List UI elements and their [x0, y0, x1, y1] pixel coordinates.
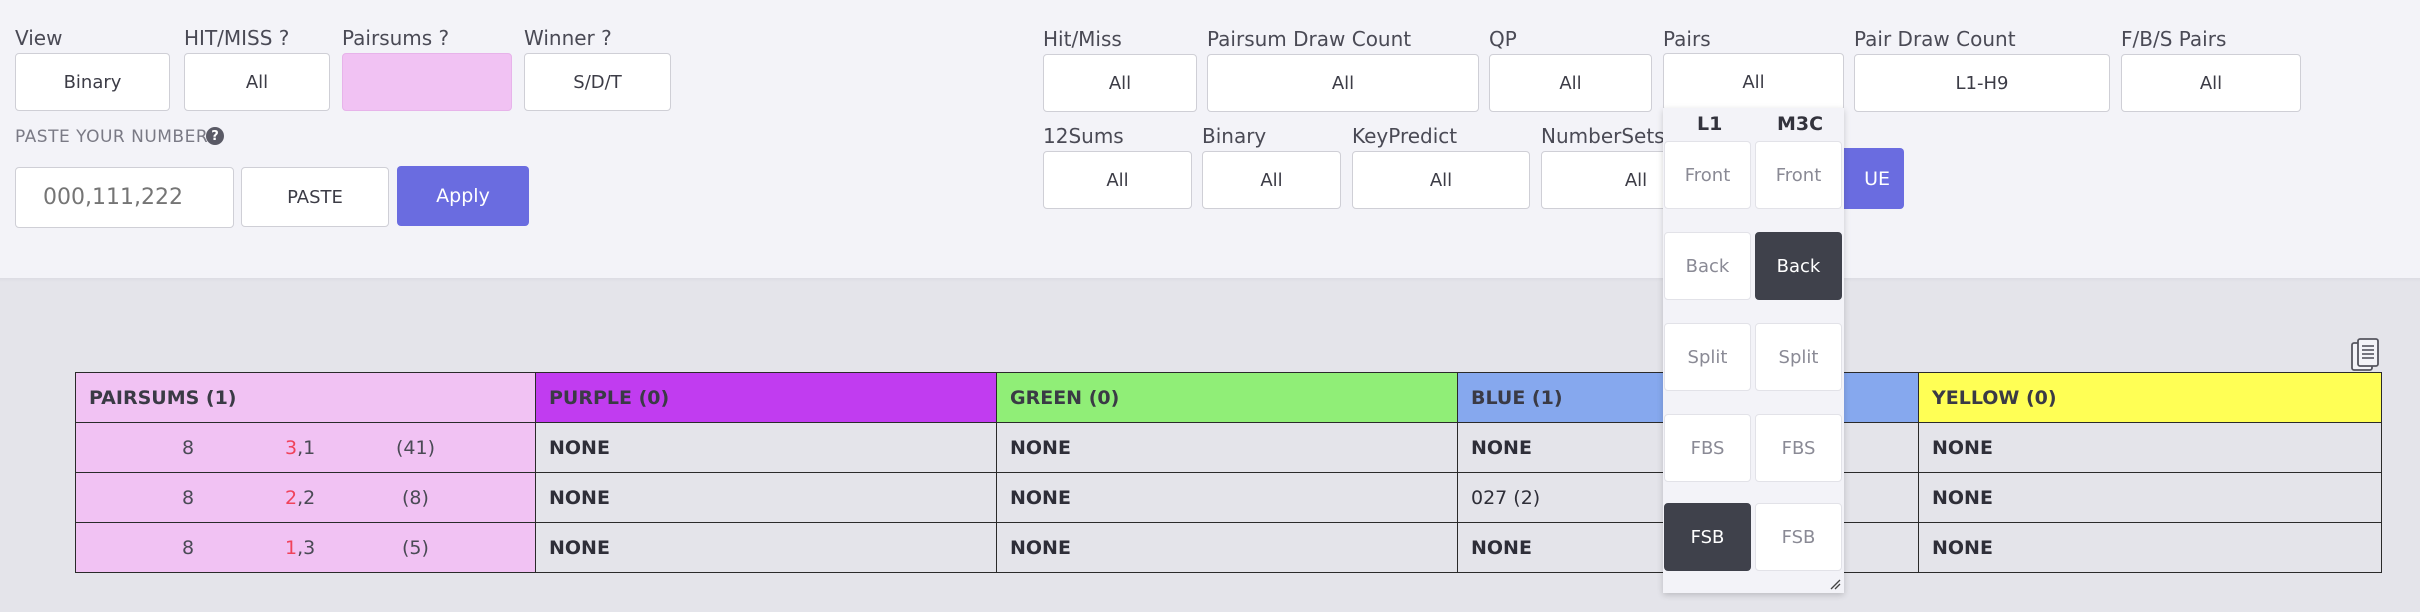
- pair-count: (5): [402, 537, 429, 559]
- qp-select[interactable]: All: [1489, 54, 1652, 112]
- panel-divider: [0, 278, 2420, 282]
- pairsum-value: 8: [182, 437, 195, 459]
- l1-fsb-option[interactable]: FSB: [1664, 503, 1751, 571]
- green-header: GREEN (0): [996, 372, 1458, 423]
- m3c-column-header: M3C: [1777, 113, 1824, 135]
- help-icon[interactable]: ?: [206, 127, 224, 145]
- l1-split-option[interactable]: Split: [1664, 323, 1751, 391]
- purple-cell: NONE: [535, 422, 997, 473]
- pair-value: 1,3: [285, 537, 315, 559]
- pair-count: (41): [396, 437, 436, 459]
- results-table: PAIRSUMS (1) PURPLE (0) GREEN (0) BLUE (…: [75, 372, 2382, 573]
- green-cell: NONE: [996, 522, 1458, 573]
- pairsum-cell: 8 1,3 (5): [75, 522, 536, 573]
- clipboard-icon[interactable]: [2350, 338, 2380, 372]
- binary-select[interactable]: All: [1202, 151, 1341, 209]
- m3c-fbs-option[interactable]: FBS: [1755, 414, 1842, 482]
- right-hitmiss-label: Hit/Miss: [1043, 27, 1122, 51]
- pair-draw-count-select[interactable]: L1-H9: [1854, 54, 2110, 112]
- twelve-sums-label: 12Sums: [1043, 124, 1124, 148]
- m3c-back-option[interactable]: Back: [1755, 232, 1842, 300]
- numbersets-select[interactable]: All: [1541, 151, 1681, 209]
- pairsums-header: PAIRSUMS (1): [75, 372, 536, 423]
- pairsums-label: Pairsums ?: [342, 26, 450, 50]
- l1-column-header: L1: [1697, 113, 1723, 135]
- pairsum-cell: 8 2,2 (8): [75, 472, 536, 523]
- pairsum-value: 8: [182, 487, 195, 509]
- pairsum-draw-count-select[interactable]: All: [1207, 54, 1479, 112]
- pair-second-digit: ,1: [297, 437, 316, 459]
- l1-front-option[interactable]: Front: [1664, 141, 1751, 209]
- green-cell: NONE: [996, 472, 1458, 523]
- yellow-cell: NONE: [1918, 422, 2382, 473]
- keypredict-label: KeyPredict: [1352, 124, 1458, 148]
- m3c-split-option[interactable]: Split: [1755, 323, 1842, 391]
- purple-cell: NONE: [535, 472, 997, 523]
- winner-select[interactable]: S/D/T: [524, 53, 671, 111]
- pair-second-digit: ,2: [297, 487, 316, 509]
- pair-first-digit: 3: [285, 437, 298, 459]
- numbersets-label: NumberSets: [1541, 124, 1665, 148]
- paste-numbers-label: PASTE YOUR NUMBERS: [15, 127, 220, 147]
- view-label: View: [15, 26, 63, 50]
- right-hitmiss-select[interactable]: All: [1043, 54, 1197, 112]
- pair-value: 2,2: [285, 487, 315, 509]
- pair-first-digit: 2: [285, 487, 298, 509]
- pair-first-digit: 1: [285, 537, 298, 559]
- pairsum-value: 8: [182, 537, 195, 559]
- purple-cell: NONE: [535, 522, 997, 573]
- pairs-select[interactable]: All: [1663, 53, 1844, 111]
- twelve-sums-select[interactable]: All: [1043, 151, 1192, 209]
- green-cell: NONE: [996, 422, 1458, 473]
- pair-second-digit: ,3: [297, 537, 316, 559]
- pair-value: 3,1: [285, 437, 315, 459]
- pairsums-select[interactable]: [342, 53, 512, 111]
- hitmiss-label: HIT/MISS ?: [184, 26, 290, 50]
- paste-button[interactable]: PASTE: [241, 167, 389, 227]
- apply-button[interactable]: Apply: [397, 166, 529, 226]
- view-select[interactable]: Binary: [15, 53, 170, 111]
- pairs-dropdown-menu: L1 M3C Front Front Back Back Split Split…: [1663, 108, 1844, 593]
- binary-label: Binary: [1202, 124, 1267, 148]
- pair-count: (8): [402, 487, 429, 509]
- table-row: 8 1,3 (5) NONE NONE NONE NONE: [75, 522, 2382, 573]
- numbers-input[interactable]: [15, 167, 234, 228]
- l1-back-option[interactable]: Back: [1664, 232, 1751, 300]
- l1-fbs-option[interactable]: FBS: [1664, 414, 1751, 482]
- m3c-front-option[interactable]: Front: [1755, 141, 1842, 209]
- resize-handle-icon[interactable]: [1829, 578, 1841, 590]
- yellow-cell: NONE: [1918, 522, 2382, 573]
- table-row: 8 2,2 (8) NONE NONE 027 (2) NONE: [75, 472, 2382, 523]
- qp-label: QP: [1489, 27, 1517, 51]
- winner-label: Winner ?: [524, 26, 612, 50]
- hitmiss-select[interactable]: All: [184, 53, 330, 111]
- keypredict-select[interactable]: All: [1352, 151, 1530, 209]
- fbs-pairs-select[interactable]: All: [2121, 54, 2301, 112]
- pair-draw-count-label: Pair Draw Count: [1854, 27, 2016, 51]
- pairsum-draw-count-label: Pairsum Draw Count: [1207, 27, 1412, 51]
- m3c-fsb-option[interactable]: FSB: [1755, 503, 1842, 571]
- fbs-pairs-label: F/B/S Pairs: [2121, 27, 2227, 51]
- yellow-header: YELLOW (0): [1918, 372, 2382, 423]
- yellow-cell: NONE: [1918, 472, 2382, 523]
- purple-header: PURPLE (0): [535, 372, 997, 423]
- pairs-label: Pairs: [1663, 27, 1711, 51]
- pairsum-cell: 8 3,1 (41): [75, 422, 536, 473]
- table-row: 8 3,1 (41) NONE NONE NONE NONE: [75, 422, 2382, 473]
